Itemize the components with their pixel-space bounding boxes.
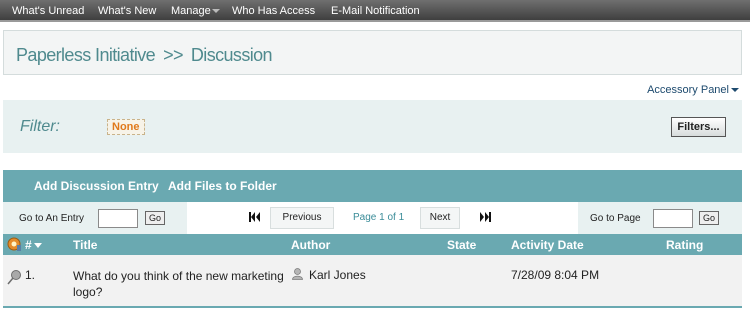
previous-page-button[interactable]: Previous	[270, 207, 334, 229]
entry-author[interactable]: Karl Jones	[309, 268, 366, 282]
go-to-entry-cell: Go to An Entry Go	[3, 202, 187, 234]
nav-who-has-access[interactable]: Who Has Access	[232, 5, 315, 17]
chevron-down-icon	[211, 9, 220, 14]
thread-icon	[7, 237, 21, 251]
page-info: Page 1 of 1	[353, 212, 405, 223]
add-files-to-folder-button[interactable]: Add Files to Folder	[168, 179, 277, 193]
user-icon	[292, 268, 303, 280]
last-page-icon[interactable]	[479, 212, 491, 222]
sort-down-icon	[33, 243, 42, 249]
nav-manage[interactable]: Manage	[171, 5, 220, 17]
go-to-entry-label: Go to An Entry	[19, 213, 85, 224]
column-header-activity-date[interactable]: Activity Date	[511, 238, 584, 252]
entry-number: 1.	[25, 268, 36, 282]
breadcrumb-current: Discussion	[190, 45, 273, 65]
go-to-page-cell: Go to Page Go	[578, 202, 742, 234]
column-header-author[interactable]: Author	[291, 238, 330, 252]
column-header-state[interactable]: State	[447, 238, 476, 252]
accessory-panel-label: Accessory Panel	[647, 84, 729, 96]
column-header-title[interactable]: Title	[73, 238, 97, 252]
pushpin-icon	[7, 270, 21, 285]
action-bar: Add Discussion Entry Add Files to Folder	[3, 170, 742, 202]
chevron-down-icon	[731, 88, 739, 93]
column-header-rating[interactable]: Rating	[666, 238, 703, 252]
go-to-entry-input[interactable]	[98, 209, 138, 228]
go-to-entry-button[interactable]: Go	[145, 211, 165, 225]
column-header-number[interactable]: #	[25, 238, 42, 252]
breadcrumb-panel: Paperless Initiative >> Discussion	[3, 30, 742, 75]
breadcrumb-separator: >>	[163, 45, 183, 65]
entry-activity-date: 7/28/09 8:04 PM	[511, 268, 600, 282]
top-navigation-bar: What's Unread What's New Manage Who Has …	[0, 0, 750, 22]
filter-value[interactable]: None	[107, 119, 145, 135]
go-to-page-button[interactable]: Go	[699, 211, 719, 225]
nav-manage-label: Manage	[171, 5, 211, 17]
first-page-icon[interactable]	[249, 212, 261, 222]
breadcrumb: Paperless Initiative >> Discussion	[16, 45, 273, 66]
accessory-panel-toggle[interactable]: Accessory Panel	[647, 84, 739, 96]
nav-email-notification[interactable]: E-Mail Notification	[331, 5, 420, 17]
add-discussion-entry-button[interactable]: Add Discussion Entry	[34, 179, 159, 193]
entry-title-link[interactable]: What do you think of the new marketing l…	[73, 268, 293, 300]
go-to-page-input[interactable]	[653, 209, 693, 228]
pager-row: Go to An Entry Go Previous Page 1 of 1 N…	[3, 202, 742, 234]
table-header: # Title Author State Activity Date Ratin…	[3, 234, 742, 255]
column-number-label: #	[25, 238, 32, 252]
filter-panel: Filter: None Filters...	[3, 100, 742, 153]
filters-button[interactable]: Filters...	[671, 117, 726, 137]
next-page-button[interactable]: Next	[420, 207, 460, 229]
filter-label: Filter:	[20, 118, 60, 135]
breadcrumb-parent[interactable]: Paperless Initiative	[16, 45, 156, 66]
go-to-page-label: Go to Page	[590, 213, 641, 224]
nav-whats-new[interactable]: What's New	[98, 5, 156, 17]
table-row[interactable]: 1. What do you think of the new marketin…	[3, 255, 742, 308]
nav-whats-unread[interactable]: What's Unread	[12, 5, 84, 17]
